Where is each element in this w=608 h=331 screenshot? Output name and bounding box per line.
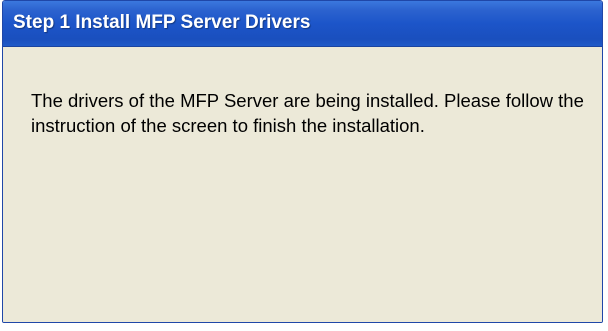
panel-body: The drivers of the MFP Server are being …	[3, 47, 602, 322]
step-title: Step 1 Install MFP Server Drivers	[13, 12, 311, 33]
install-step-panel: Step 1 Install MFP Server Drivers The dr…	[2, 0, 603, 323]
step-title-bar: Step 1 Install MFP Server Drivers	[3, 1, 602, 47]
install-message: The drivers of the MFP Server are being …	[31, 90, 584, 136]
